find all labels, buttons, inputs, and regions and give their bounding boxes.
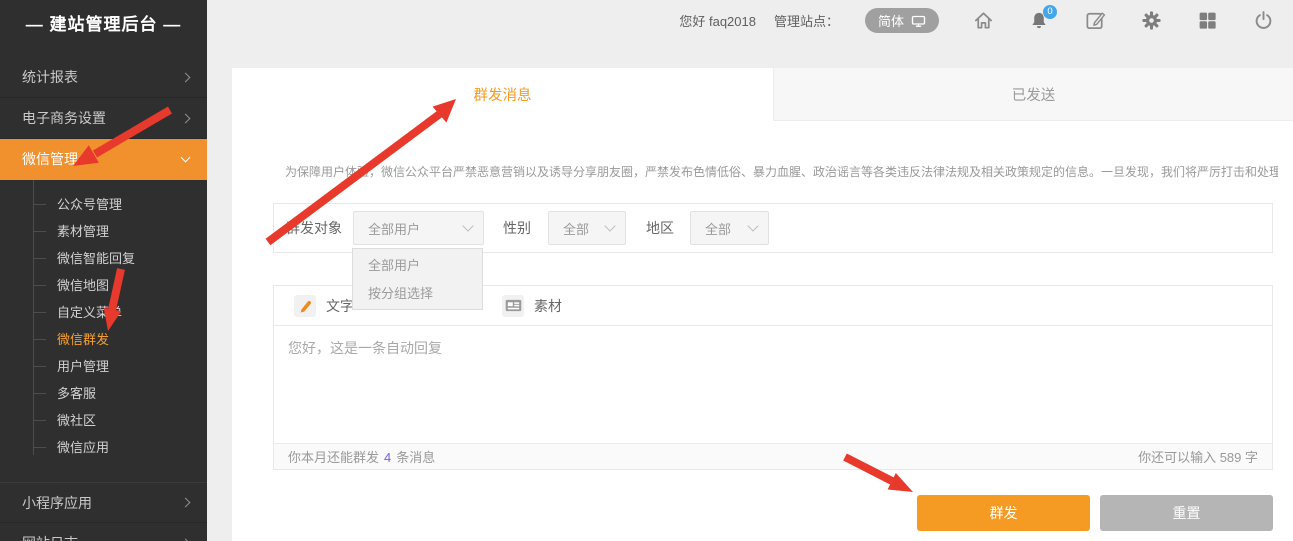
submenu-item-user-management[interactable]: 用户管理 xyxy=(0,353,207,380)
app-title: — 建站管理后台 — xyxy=(0,0,207,45)
tab-bar: 群发消息 已发送 xyxy=(232,68,1293,121)
message-editor: 文字 素材 您好，这是一条自动回复 你本月还能群发 4 条消息 你还可以输入 589… xyxy=(273,285,1273,470)
sidebar-item-site-log[interactable]: 网站日志 xyxy=(0,523,207,541)
dropdown-option-all-users[interactable]: 全部用户 xyxy=(353,252,482,280)
sidebar-item-label: 小程序应用 xyxy=(22,493,92,513)
grid-icon[interactable] xyxy=(1195,9,1219,33)
monitor-icon xyxy=(911,14,926,28)
send-button[interactable]: 群发 xyxy=(917,495,1090,531)
submenu-item-smart-reply[interactable]: 微信智能回复 xyxy=(0,245,207,272)
chevron-right-icon xyxy=(181,113,191,123)
filter-bar: 群发对象 全部用户 性别 全部 地区 全部 xyxy=(273,203,1273,253)
notification-badge: 0 xyxy=(1043,5,1057,19)
power-icon[interactable] xyxy=(1251,9,1275,33)
bell-icon[interactable]: 0 xyxy=(1027,9,1051,33)
quota-suffix: 条消息 xyxy=(396,450,435,465)
region-label: 地区 xyxy=(646,218,674,238)
home-icon[interactable] xyxy=(971,9,995,33)
quota-prefix: 你本月还能群发 xyxy=(288,450,379,465)
target-select[interactable]: 全部用户 xyxy=(353,211,484,245)
submenu-item-micro-community[interactable]: 微社区 xyxy=(0,407,207,434)
app-window: — 建站管理后台 — 统计报表 电子商务设置 微信管理 公众号管理 素材管理 微… xyxy=(0,0,1293,541)
submenu-item-custom-menu[interactable]: 自定义菜单 xyxy=(0,299,207,326)
gender-label: 性别 xyxy=(503,218,531,238)
material-icon xyxy=(502,295,524,317)
user-greeting: 您好 faq2018 xyxy=(679,11,756,30)
sidebar-item-label: 统计报表 xyxy=(22,67,78,87)
sidebar-item-label: 微信管理 xyxy=(22,149,78,169)
chevron-down-icon xyxy=(747,220,758,231)
submenu-item-wechat-app[interactable]: 微信应用 xyxy=(0,434,207,461)
target-dropdown: 全部用户 按分组选择 xyxy=(352,248,483,310)
gender-select-value: 全部 xyxy=(563,219,589,238)
reset-button[interactable]: 重置 xyxy=(1100,495,1273,531)
gender-select[interactable]: 全部 xyxy=(548,211,626,245)
tab-sent[interactable]: 已发送 xyxy=(773,68,1293,121)
sidebar-item-label: 网站日志 xyxy=(22,533,78,541)
editor-tab-text[interactable]: 文字 xyxy=(294,295,354,317)
sidebar: — 建站管理后台 — 统计报表 电子商务设置 微信管理 公众号管理 素材管理 微… xyxy=(0,0,207,541)
region-select[interactable]: 全部 xyxy=(690,211,769,245)
chars-remaining: 你还可以输入 589 字 xyxy=(1138,447,1258,466)
pencil-icon xyxy=(294,295,316,317)
target-select-value: 全部用户 xyxy=(368,219,420,238)
tab-mass-message[interactable]: 群发消息 xyxy=(232,68,773,121)
topbar: 您好 faq2018 管理站点： 简体 0 xyxy=(207,0,1293,41)
sidebar-item-stats-report[interactable]: 统计报表 xyxy=(0,57,207,98)
sidebar-item-ecommerce-settings[interactable]: 电子商务设置 xyxy=(0,98,207,139)
submenu-item-official-account[interactable]: 公众号管理 xyxy=(0,191,207,218)
editor-tab-material[interactable]: 素材 xyxy=(502,295,562,317)
chevron-right-icon xyxy=(181,498,191,508)
chevron-down-icon xyxy=(181,152,191,162)
message-text: 您好，这是一条自动回复 xyxy=(288,340,442,356)
chevron-down-icon xyxy=(604,220,615,231)
editor-footer: 你本月还能群发 4 条消息 你还可以输入 589 字 xyxy=(274,443,1272,469)
submenu-item-multi-service[interactable]: 多客服 xyxy=(0,380,207,407)
quota-remaining: 你本月还能群发 4 条消息 xyxy=(288,447,435,466)
submenu-item-material[interactable]: 素材管理 xyxy=(0,218,207,245)
sidebar-nav: 统计报表 电子商务设置 微信管理 公众号管理 素材管理 微信智能回复 微信地图 … xyxy=(0,57,207,541)
edit-icon[interactable] xyxy=(1083,9,1107,33)
target-label: 群发对象 xyxy=(286,218,342,238)
editor-tab-text-label: 文字 xyxy=(326,296,354,316)
main-panel: 群发消息 已发送 为保障用户体验，微信公众平台严禁恶意营销以及诱导分享朋友圈，严… xyxy=(232,68,1293,541)
submenu-item-wechat-map[interactable]: 微信地图 xyxy=(0,272,207,299)
wechat-submenu: 公众号管理 素材管理 微信智能回复 微信地图 自定义菜单 微信群发 用户管理 多… xyxy=(0,180,207,469)
chevron-down-icon xyxy=(462,220,473,231)
sidebar-item-label: 电子商务设置 xyxy=(22,108,106,128)
manage-site-label: 管理站点： xyxy=(774,11,839,30)
chevron-right-icon xyxy=(181,72,191,82)
quota-count: 4 xyxy=(384,450,391,465)
gear-icon[interactable] xyxy=(1139,9,1163,33)
region-select-value: 全部 xyxy=(705,219,731,238)
language-button[interactable]: 简体 xyxy=(865,8,939,33)
language-label: 简体 xyxy=(878,11,904,30)
submenu-item-mass-send[interactable]: 微信群发 xyxy=(0,326,207,353)
message-textarea[interactable]: 您好，这是一条自动回复 xyxy=(274,326,1272,443)
editor-tab-material-label: 素材 xyxy=(534,296,562,316)
sidebar-item-miniprogram[interactable]: 小程序应用 xyxy=(0,482,207,523)
dropdown-option-by-group[interactable]: 按分组选择 xyxy=(353,280,482,308)
policy-notice: 为保障用户体验，微信公众平台严禁恶意营销以及诱导分享朋友圈，严禁发布色情低俗、暴… xyxy=(285,163,1278,180)
sidebar-item-wechat-management[interactable]: 微信管理 xyxy=(0,139,207,180)
